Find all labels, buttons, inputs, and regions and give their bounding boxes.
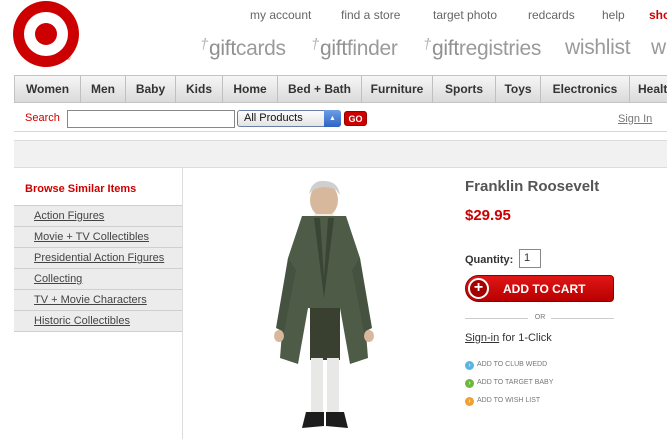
sidebar-item-historic-collectibles[interactable]: Historic Collectibles	[14, 311, 182, 332]
shop-link[interactable]: sho	[649, 8, 667, 22]
search-label: Search	[25, 112, 60, 124]
one-click-sign-in-link[interactable]: Sign-in	[465, 332, 499, 344]
service-nav: †giftcards †giftfinder †giftregistries w…	[0, 36, 667, 64]
add-to-cart-button[interactable]: + ADD TO CART	[465, 275, 614, 302]
sidebar-title: Browse Similar Items	[25, 183, 137, 195]
arrow-circle-icon: ›	[465, 379, 474, 388]
giftfinder-link[interactable]: †giftfinder	[311, 36, 398, 61]
add-to-club-wedd-label: ADD TO CLUB WEDD	[477, 361, 548, 368]
nav-health[interactable]: Health	[630, 76, 667, 102]
figure-left-shoe	[302, 412, 324, 428]
search-input[interactable]	[67, 110, 235, 128]
add-to-wish-list-link[interactable]: › ADD TO WISH LIST	[465, 397, 540, 406]
sidebar-item-collecting[interactable]: Collecting	[14, 269, 182, 290]
nav-electronics[interactable]: Electronics	[541, 76, 630, 102]
giftcards-suffix: cards	[235, 37, 286, 60]
nav-furniture[interactable]: Furniture	[362, 76, 433, 102]
nav-baby[interactable]: Baby	[126, 76, 176, 102]
service-partial-link[interactable]: w	[651, 36, 666, 60]
search-bar: Search All Products ▲ GO Sign In |	[14, 104, 667, 132]
redcards-link[interactable]: redcards	[528, 8, 575, 22]
nav-toys[interactable]: Toys	[496, 76, 541, 102]
quantity-input[interactable]: 1	[519, 249, 541, 268]
add-to-wish-list-label: ADD TO WISH LIST	[477, 397, 541, 404]
or-divider: OR	[465, 314, 614, 324]
giftcards-link[interactable]: †giftcards	[200, 36, 286, 61]
arrow-icon: †	[423, 36, 432, 53]
divider-line-left	[465, 318, 528, 319]
arrow-circle-icon: ›	[465, 361, 474, 370]
sidebar-list: Action Figures Movie + TV Collectibles P…	[14, 205, 182, 332]
one-click-row: Sign-in for 1-Click	[465, 332, 552, 344]
quantity-label: Quantity:	[465, 254, 514, 266]
figure-right-shoe	[326, 412, 348, 428]
help-link[interactable]: help	[602, 8, 625, 22]
nav-home[interactable]: Home	[223, 76, 278, 102]
figure-right-hand	[364, 330, 374, 342]
my-account-link[interactable]: my account	[250, 8, 311, 22]
utility-nav: my account find a store target photo red…	[0, 8, 667, 22]
product-title: Franklin Roosevelt	[465, 178, 600, 195]
sidebar: Browse Similar Items Action Figures Movi…	[14, 168, 183, 439]
find-store-link[interactable]: find a store	[341, 8, 400, 22]
nav-kids[interactable]: Kids	[176, 76, 223, 102]
arrow-icon: †	[200, 36, 209, 53]
product-price: $29.95	[465, 207, 511, 224]
divider-line-right	[551, 318, 614, 319]
sign-in-link[interactable]: Sign In	[618, 113, 652, 125]
wishlist-link[interactable]: wishlist	[565, 36, 631, 60]
arrow-circle-icon: ›	[465, 397, 474, 406]
select-arrow-icon: ▲	[324, 110, 341, 127]
figure-right-stocking	[327, 358, 339, 412]
figure-breeches	[310, 308, 340, 360]
nav-bed-bath[interactable]: Bed + Bath	[278, 76, 362, 102]
giftfinder-prefix: gift	[320, 37, 347, 60]
giftfinder-suffix: finder	[346, 37, 398, 60]
add-to-target-baby-link[interactable]: › ADD TO TARGET BABY	[465, 379, 553, 388]
category-select[interactable]: All Products ▲	[237, 110, 341, 127]
sidebar-item-presidential-action-figures[interactable]: Presidential Action Figures	[14, 248, 182, 269]
add-to-club-wedd-link[interactable]: › ADD TO CLUB WEDD	[465, 361, 547, 370]
category-select-value: All Products	[244, 112, 303, 124]
nav-men[interactable]: Men	[81, 76, 126, 102]
nav-women[interactable]: Women	[15, 76, 81, 102]
target-photo-link[interactable]: target photo	[433, 8, 497, 22]
or-label: OR	[534, 314, 546, 321]
category-nav: Women Men Baby Kids Home Bed + Bath Furn…	[14, 75, 667, 103]
sidebar-item-tv-movie-characters[interactable]: TV + Movie Characters	[14, 290, 182, 311]
giftcards-prefix: gift	[209, 37, 236, 60]
sidebar-item-movie-tv-collectibles[interactable]: Movie + TV Collectibles	[14, 227, 182, 248]
nav-sports[interactable]: Sports	[433, 76, 496, 102]
giftregistries-suffix: registries	[458, 37, 542, 60]
product-image[interactable]	[262, 178, 394, 439]
add-to-target-baby-label: ADD TO TARGET BABY	[477, 379, 554, 386]
sidebar-item-action-figures[interactable]: Action Figures	[14, 206, 182, 227]
giftregistries-prefix: gift	[432, 37, 459, 60]
figure-left-hand	[274, 330, 284, 342]
arrow-icon: †	[311, 36, 320, 53]
breadcrumb-strip	[14, 140, 667, 168]
one-click-label: for 1-Click	[499, 332, 552, 344]
add-to-cart-label: ADD TO CART	[503, 282, 586, 296]
figure-left-stocking	[311, 358, 323, 412]
giftregistries-link[interactable]: †giftregistries	[423, 36, 541, 61]
plus-icon: +	[468, 278, 489, 299]
go-button[interactable]: GO	[344, 111, 367, 126]
